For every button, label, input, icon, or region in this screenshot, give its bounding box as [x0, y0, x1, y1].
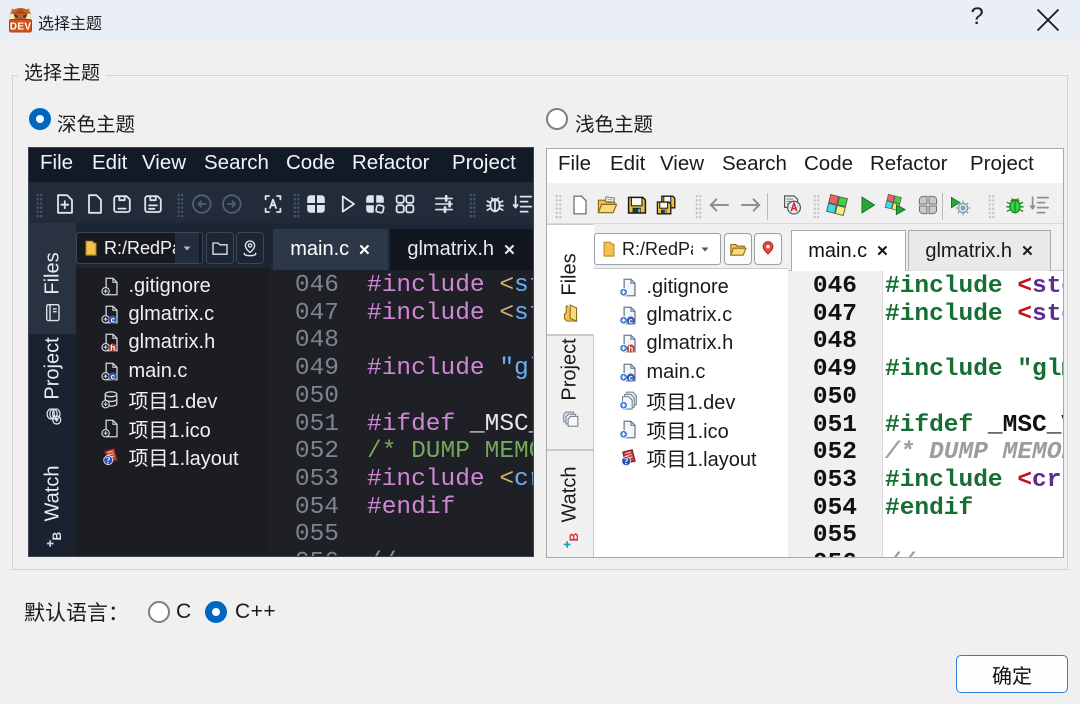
svg-text:h: h — [628, 345, 633, 354]
svg-text:?: ? — [623, 456, 628, 466]
svg-text:B: B — [567, 532, 581, 541]
svg-text:c: c — [110, 372, 115, 381]
svg-text:c: c — [110, 315, 115, 324]
svg-text:h: h — [110, 344, 115, 353]
svg-text:B: B — [49, 531, 63, 540]
svg-text:?: ? — [105, 455, 110, 465]
svg-text:DEV: DEV — [10, 22, 32, 33]
svg-text:c: c — [628, 316, 633, 325]
svg-text:c: c — [628, 373, 633, 382]
